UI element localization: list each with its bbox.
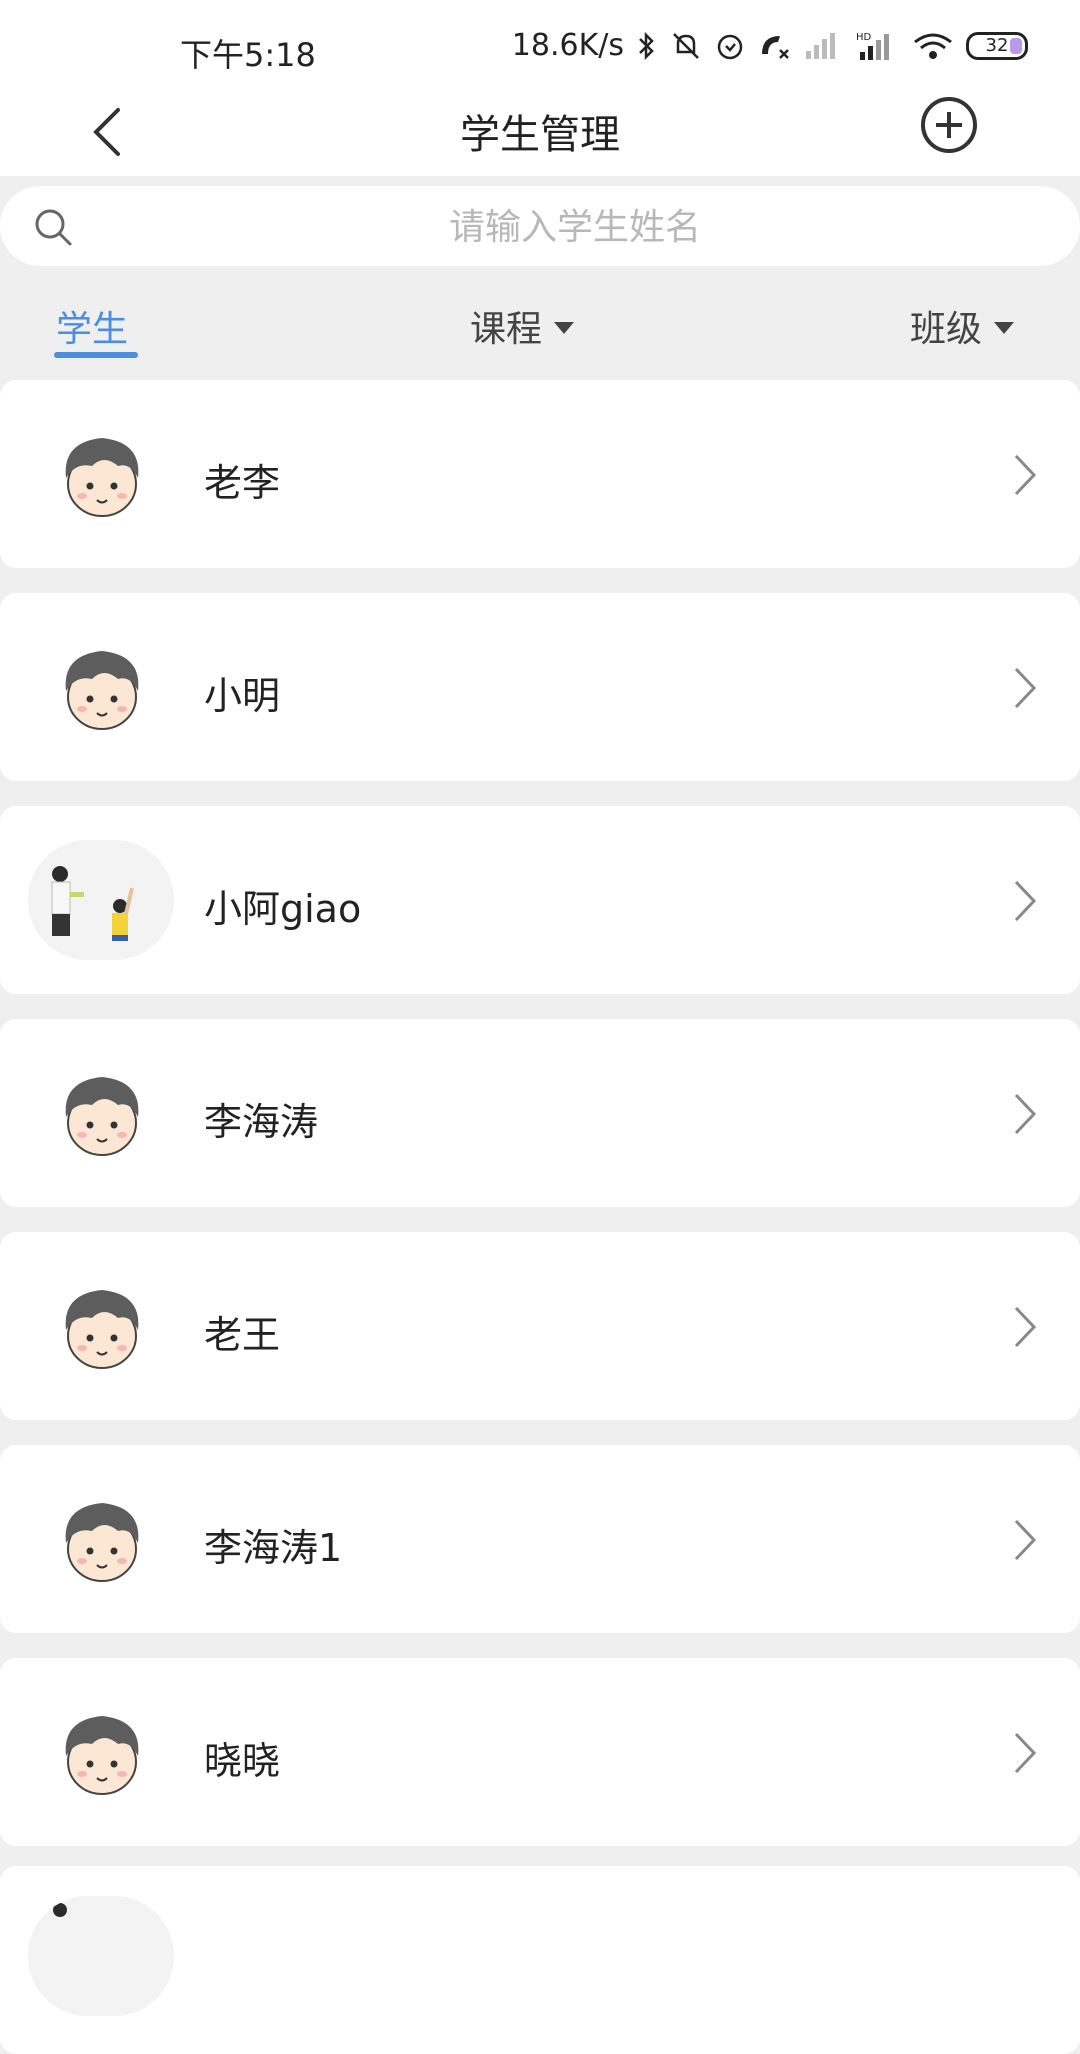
cartoon-boy-avatar-icon	[65, 438, 139, 517]
student-name: 李海涛1	[204, 1526, 343, 1570]
tab-students[interactable]: 学生	[56, 300, 128, 352]
chevron-right-icon	[1014, 1306, 1037, 1348]
add-student-button[interactable]	[918, 94, 980, 156]
student-name: 小阿giao	[204, 887, 362, 931]
search-bar	[0, 186, 1080, 268]
battery-level: 32	[985, 34, 1009, 56]
cartoon-boy-avatar-icon	[65, 1503, 139, 1582]
student-row-partial[interactable]	[0, 1866, 1080, 2054]
chevron-right-icon	[1014, 1519, 1037, 1561]
student-row[interactable]: 晓晓	[0, 1658, 1080, 1846]
chevron-right-icon	[1014, 1732, 1037, 1774]
student-name: 晓晓	[204, 1739, 281, 1783]
course-filter-label: 课程	[470, 309, 543, 350]
class-filter-label: 班级	[910, 309, 983, 350]
student-name: 李海涛	[204, 1100, 319, 1144]
chevron-right-icon	[1014, 1093, 1037, 1135]
cartoon-boy-avatar-icon	[65, 1290, 139, 1369]
network-speed: 18.6K/s	[511, 28, 624, 63]
status-time: 下午5:18	[180, 36, 316, 74]
search-icon	[35, 209, 72, 246]
student-name: 小明	[204, 674, 281, 718]
signal-icon	[806, 32, 835, 59]
caret-down-icon	[994, 322, 1015, 334]
chevron-right-icon	[1014, 880, 1037, 922]
cartoon-boy-avatar-icon	[65, 1077, 139, 1156]
alarm-icon	[717, 34, 743, 59]
svg-text:HD: HD	[856, 32, 872, 43]
photo-avatar-icon	[28, 1896, 174, 2016]
student-name: 老王	[204, 1313, 281, 1357]
bluetooth-icon	[639, 31, 654, 60]
student-row[interactable]: 李海涛	[0, 1019, 1080, 1207]
student-row[interactable]: 小明	[0, 593, 1080, 781]
avatar	[52, 637, 152, 737]
avatar	[52, 1276, 152, 1376]
status-icons: 18.6K/s HD 32	[512, 28, 1028, 63]
call-muted-icon	[762, 35, 789, 59]
filter-tabs: 学生 课程 班级	[0, 290, 1080, 360]
avatar	[52, 424, 152, 524]
mute-bell-icon	[673, 32, 699, 59]
teacher-photo-avatar-icon	[28, 840, 174, 960]
plus-circle-icon	[921, 97, 977, 153]
student-name: 老李	[204, 461, 281, 505]
cartoon-boy-avatar-icon	[65, 1716, 139, 1795]
chevron-right-icon	[1014, 454, 1037, 496]
student-row[interactable]: 老王	[0, 1232, 1080, 1420]
avatar	[52, 1489, 152, 1589]
student-row[interactable]: 小阿giao	[0, 806, 1080, 994]
caret-down-icon	[554, 322, 575, 334]
search-input[interactable]	[90, 186, 1060, 268]
active-tab-indicator	[54, 352, 138, 358]
status-bar: 下午5:18 18.6K/s HD 32	[0, 0, 1080, 90]
hd-signal-icon: HD	[856, 32, 889, 60]
chevron-right-icon	[1014, 667, 1037, 709]
cartoon-boy-avatar-icon	[65, 651, 139, 730]
student-row[interactable]: 李海涛1	[0, 1445, 1080, 1633]
battery-icon: 32	[966, 31, 1028, 60]
course-filter-dropdown[interactable]: 课程	[470, 300, 575, 352]
nav-bar: 学生管理	[0, 90, 1080, 176]
avatar	[52, 1702, 152, 1802]
avatar	[28, 1896, 174, 2016]
wifi-icon	[914, 33, 952, 59]
class-filter-dropdown[interactable]: 班级	[910, 300, 1015, 352]
avatar	[52, 1063, 152, 1163]
student-row[interactable]: 老李	[0, 380, 1080, 568]
avatar	[28, 840, 174, 960]
